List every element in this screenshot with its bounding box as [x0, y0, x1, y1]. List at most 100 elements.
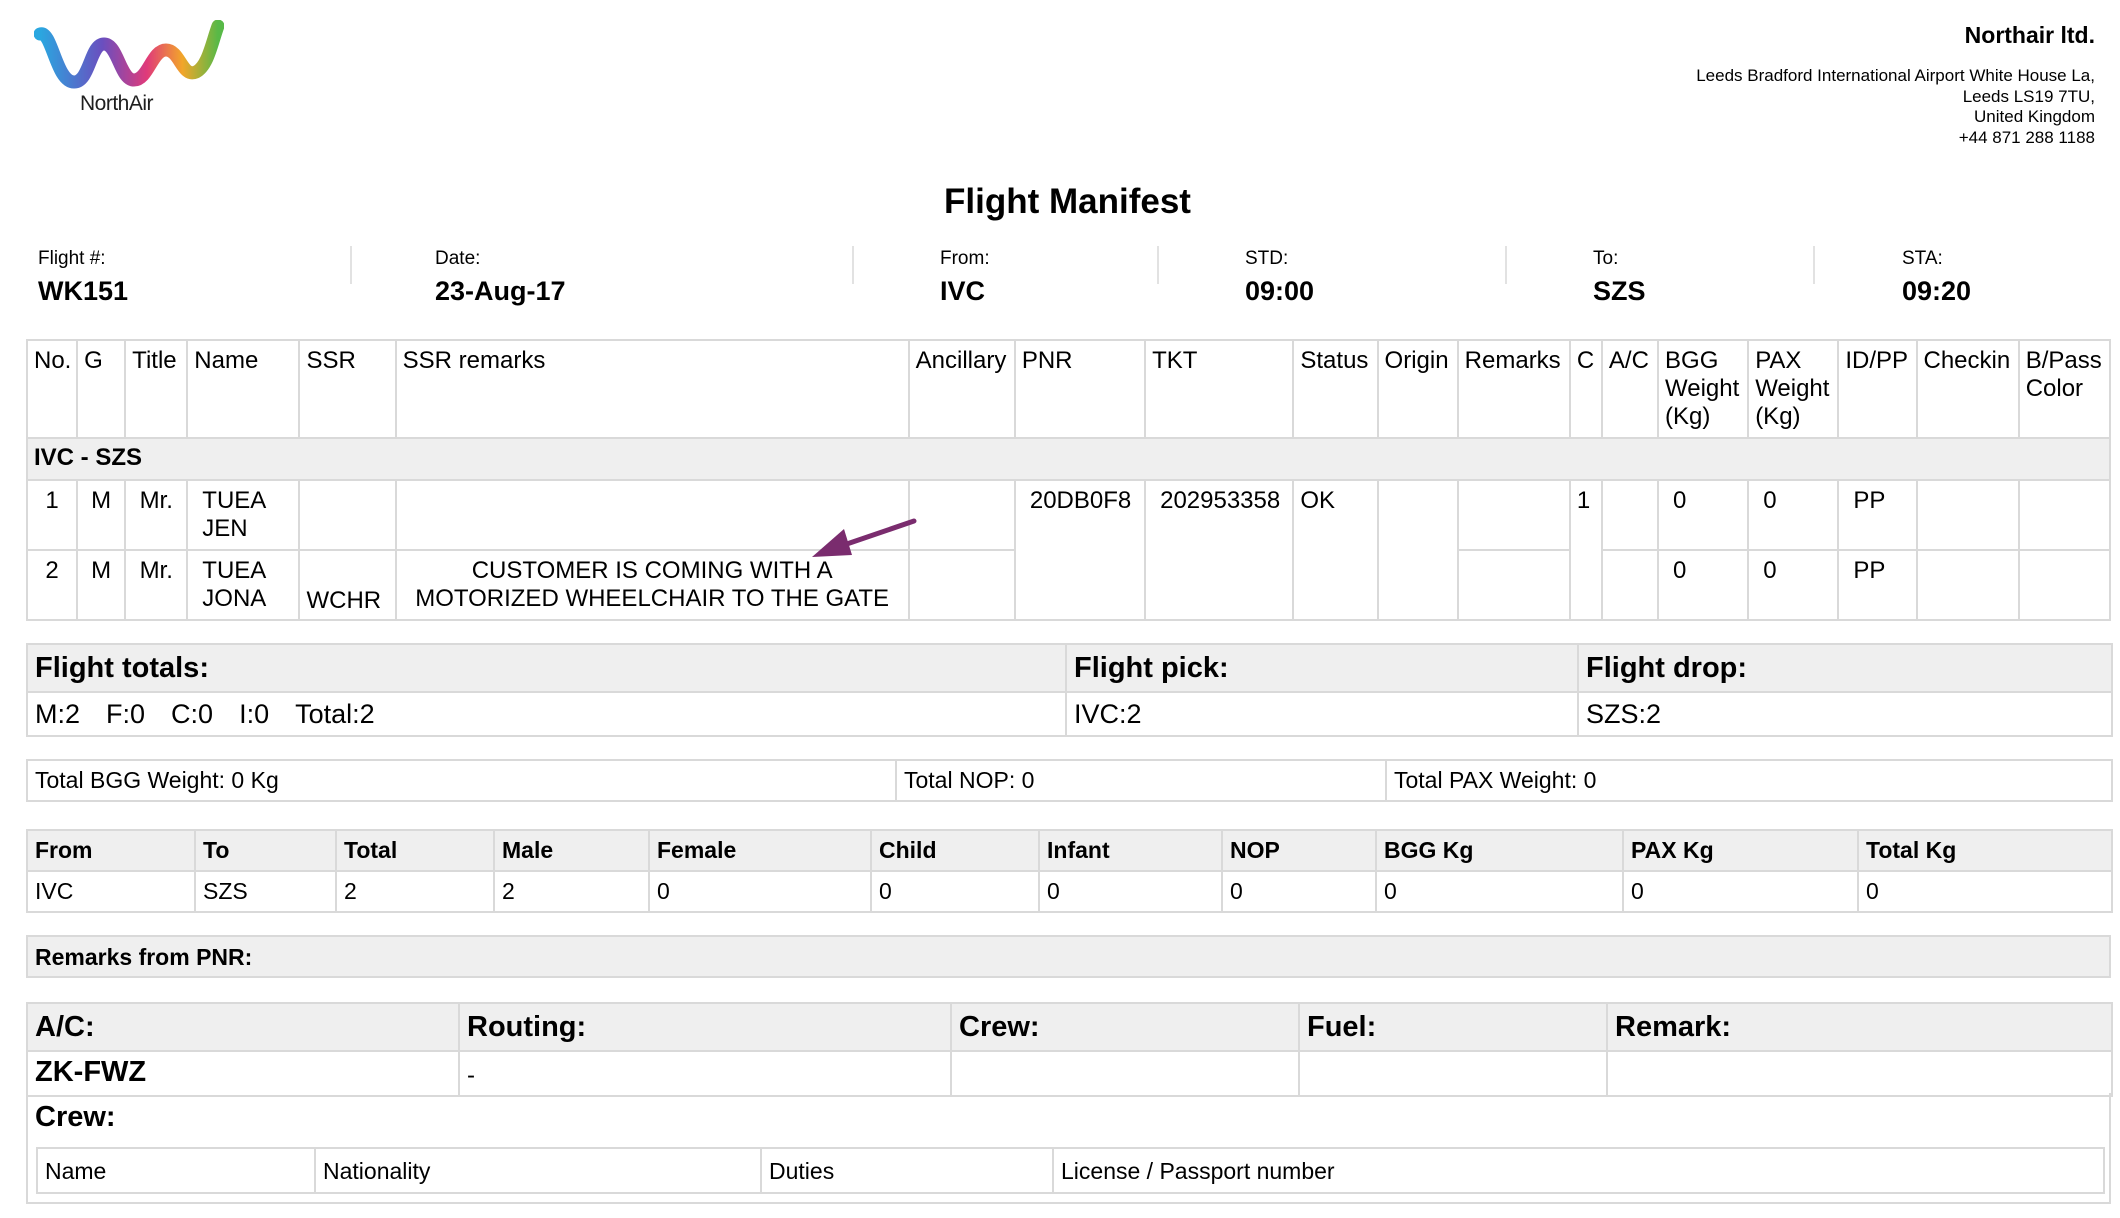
col-header-routing: Routing:: [458, 1002, 952, 1052]
cell-gender: M: [76, 549, 127, 621]
std-label: STD:: [1245, 248, 1289, 269]
weight-summary-row: Total BGG Weight: 0 Kg Total NOP: 0 Tota…: [26, 759, 2113, 802]
col-header-crew-name: Name: [36, 1147, 316, 1194]
cell-no: 2: [25, 549, 79, 621]
logo-wordmark: NorthAir: [80, 92, 154, 115]
cell-idpp: PP: [1837, 479, 1918, 551]
table-row: 1 M Mr. TUEA JEN 20DB0F8 202953358 OK 1 …: [25, 479, 2112, 621]
info-divider: [1505, 246, 1507, 284]
col-header-origin: Origin: [1376, 339, 1459, 439]
col-header-bgg-kg: BGG Kg: [1375, 829, 1624, 872]
route-summary-header-row: From To Total Male Female Child Infant N…: [26, 829, 2113, 872]
cell-ancillary: [907, 479, 1016, 551]
sta-label: STA:: [1902, 248, 1943, 269]
total-infant: I:0: [239, 699, 270, 729]
from-block: From: IVC: [940, 248, 990, 307]
col-header-gender: G: [76, 339, 127, 439]
cell-idpp: PP: [1837, 549, 1918, 621]
col-header-title: Title: [124, 339, 189, 439]
cell-status: OK: [1292, 479, 1379, 621]
std-block: STD: 09:00: [1245, 248, 1314, 307]
cell-remarks: [1456, 479, 1571, 551]
flight-number-block: Flight #: WK151: [38, 248, 128, 307]
to-label: To:: [1593, 248, 1619, 269]
total-male: M:2: [35, 699, 81, 729]
address-line: United Kingdom: [1974, 107, 2095, 126]
flight-drop-label: Flight drop:: [1577, 643, 2113, 693]
totals-value-row: M:2 F:0 C:0 I:0 Total:2 IVC:2 SZS:2: [26, 691, 2113, 737]
total-nop: Total NOP: 0: [895, 759, 1387, 802]
cell-bpass: [2017, 549, 2112, 621]
col-header-infant: Infant: [1038, 829, 1223, 872]
manifest-header-row: No. G Title Name SSR SSR remarks Ancilla…: [25, 339, 2112, 439]
aircraft-crew: [950, 1050, 1300, 1097]
to-value: SZS: [1593, 276, 1646, 306]
total-pax-weight: Total PAX Weight: 0: [1385, 759, 2113, 802]
totals-header-row: Flight totals: Flight pick: Flight drop:: [26, 643, 2113, 693]
col-header-bpass-color: B/Pass Color: [2017, 339, 2112, 439]
route-group-row: IVC - SZS: [26, 437, 2111, 481]
cell-total-kg: 0: [1857, 870, 2113, 913]
cell-pax-kg: 0: [1622, 870, 1859, 913]
col-header-child: Child: [870, 829, 1040, 872]
col-header-ac: A/C:: [26, 1002, 460, 1052]
cell-ssr: [298, 479, 397, 551]
col-header-total: Total: [335, 829, 495, 872]
cell-origin: [1376, 479, 1459, 621]
cell-ac: [1600, 549, 1660, 621]
cell-pax: 0: [1747, 479, 1840, 551]
col-header-ac: A/C: [1600, 339, 1660, 439]
flight-number-label: Flight #:: [38, 248, 106, 269]
cell-pax: 0: [1747, 549, 1840, 621]
col-header-nop: NOP: [1221, 829, 1377, 872]
flight-pick-label: Flight pick:: [1065, 643, 1579, 693]
flight-drop-value: SZS:2: [1577, 691, 2113, 737]
cell-nop: 0: [1221, 870, 1377, 913]
cell-pnr: 20DB0F8: [1013, 479, 1147, 621]
document-title: Flight Manifest: [944, 182, 1191, 221]
crew-section-title: Crew:: [35, 1101, 116, 1133]
company-name: Northair ltd.: [1964, 22, 2095, 48]
cell-gender: M: [76, 479, 127, 551]
cell-infant: 0: [1038, 870, 1223, 913]
cell-c: 1: [1568, 479, 1603, 621]
col-header-bgg-weight: BGG Weight (Kg): [1657, 339, 1750, 439]
route-group-label: IVC - SZS: [26, 437, 2111, 481]
aircraft-remark: [1606, 1050, 2113, 1097]
col-header-fuel: Fuel:: [1298, 1002, 1608, 1052]
cell-male: 2: [493, 870, 650, 913]
cell-bgg: 0: [1657, 549, 1750, 621]
aircraft-value-row: ZK-FWZ -: [26, 1050, 2113, 1097]
col-header-remarks: Remarks: [1456, 339, 1571, 439]
cell-bgg: 0: [1657, 479, 1750, 551]
flight-totals-label: Flight totals:: [26, 643, 1067, 693]
col-header-no: No.: [25, 339, 79, 439]
col-header-ssr: SSR: [298, 339, 397, 439]
col-header-c: C: [1568, 339, 1603, 439]
col-header-remark: Remark:: [1606, 1002, 2113, 1052]
flight-totals-values: M:2 F:0 C:0 I:0 Total:2: [26, 691, 1067, 737]
cell-checkin: [1915, 479, 2020, 551]
info-divider: [1157, 246, 1159, 284]
col-header-crew: Crew:: [950, 1002, 1300, 1052]
col-header-checkin: Checkin: [1915, 339, 2020, 439]
cell-from: IVC: [26, 870, 196, 913]
col-header-pax-weight: PAX Weight (Kg): [1747, 339, 1840, 439]
cell-to: SZS: [194, 870, 337, 913]
total-child: C:0: [171, 699, 214, 729]
cell-name: TUEA JONA: [186, 549, 301, 621]
col-header-duties: Duties: [760, 1147, 1054, 1194]
crew-table: Name Nationality Duties License / Passpo…: [36, 1147, 2105, 1194]
annotation-arrow-icon: [812, 518, 917, 557]
cell-ancillary: [907, 549, 1016, 621]
cell-ssr: WCHR: [298, 549, 397, 621]
aircraft-header-row: A/C: Routing: Crew: Fuel: Remark:: [26, 1002, 2113, 1052]
company-phone: +44 871 288 1188: [1958, 127, 2095, 147]
cell-ac: [1600, 479, 1660, 551]
sta-block: STA: 09:20: [1902, 248, 1971, 307]
total-female: F:0: [106, 699, 146, 729]
cell-name: TUEA JEN: [186, 479, 301, 551]
cell-bpass: [2017, 479, 2112, 551]
manifest-table: No. G Title Name SSR SSR remarks Ancilla…: [25, 339, 2112, 621]
weight-summary-table: Total BGG Weight: 0 Kg Total NOP: 0 Tota…: [26, 759, 2113, 802]
